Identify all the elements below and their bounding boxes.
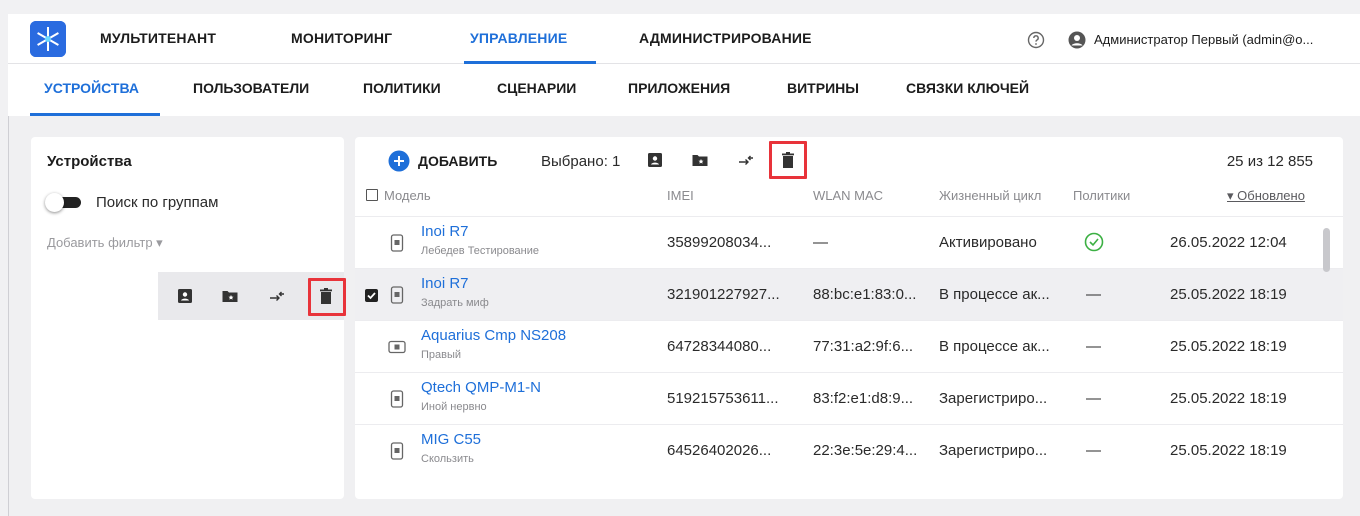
updated-cell: 25.05.2022 18:19 bbox=[1170, 338, 1287, 355]
table-row[interactable]: Aquarius Cmp NS208 Правый 64728344080... 77… bbox=[355, 320, 1343, 372]
device-owner: Задрать миф bbox=[421, 297, 489, 309]
updated-cell: 25.05.2022 18:19 bbox=[1170, 286, 1287, 303]
imei-cell: 64526402026... bbox=[667, 442, 772, 459]
highlight-box bbox=[308, 278, 346, 316]
imei-cell: 35899208034... bbox=[667, 234, 772, 251]
device-model-link[interactable]: Inoi R7 bbox=[421, 275, 469, 292]
phone-icon bbox=[390, 234, 404, 252]
policy-cell: — bbox=[1086, 390, 1101, 407]
tab-users[interactable]: ПОЛЬЗОВАТЕЛИ bbox=[193, 80, 309, 96]
col-policies-header[interactable]: Политики bbox=[1073, 188, 1130, 203]
add-button[interactable]: ДОБАВИТЬ bbox=[418, 153, 497, 169]
policy-cell: — bbox=[1086, 338, 1101, 355]
row-checkbox[interactable] bbox=[365, 289, 378, 302]
device-model-link[interactable]: Qtech QMP-M1-N bbox=[421, 379, 541, 396]
top-bar: МУЛЬТИТЕНАНТ МОНИТОРИНГ УПРАВЛЕНИЕ АДМИН… bbox=[8, 14, 1360, 64]
user-name[interactable]: Администратор Первый (admin@o... bbox=[1094, 32, 1313, 47]
highlight-box bbox=[769, 141, 807, 179]
tab-scenarios[interactable]: СЦЕНАРИИ bbox=[497, 80, 576, 96]
subnav-active-indicator bbox=[30, 113, 160, 116]
devices-filter-panel: Устройства Поиск по группам Добавить фил… bbox=[31, 137, 346, 499]
lifecycle-cell: В процессе ак... bbox=[939, 338, 1050, 355]
group-search-label: Поиск по группам bbox=[96, 194, 219, 211]
sub-nav: УСТРОЙСТВА ПОЛЬЗОВАТЕЛИ ПОЛИТИКИ СЦЕНАРИ… bbox=[8, 64, 1360, 116]
contact-card-icon[interactable] bbox=[176, 287, 194, 305]
updated-cell: 25.05.2022 18:19 bbox=[1170, 390, 1287, 407]
folder-star-icon[interactable] bbox=[221, 287, 239, 305]
topnav-monitoring[interactable]: МОНИТОРИНГ bbox=[291, 30, 392, 46]
lifecycle-cell: Зарегистриро... bbox=[939, 442, 1048, 459]
device-model-link[interactable]: MIG C55 bbox=[421, 431, 481, 448]
wlan-mac-cell: 88:bc:e1:83:0... bbox=[813, 286, 917, 303]
select-all-checkbox[interactable] bbox=[366, 189, 378, 201]
device-model-link[interactable]: Inoi R7 bbox=[421, 223, 469, 240]
col-lifecycle-header[interactable]: Жизненный цикл bbox=[939, 188, 1041, 203]
tab-policies[interactable]: ПОЛИТИКИ bbox=[363, 80, 441, 96]
lifecycle-cell: В процессе ак... bbox=[939, 286, 1050, 303]
device-owner: Правый bbox=[421, 349, 462, 361]
col-model-header[interactable]: Модель bbox=[384, 188, 431, 203]
imei-cell: 321901227927... bbox=[667, 286, 780, 303]
group-search-toggle[interactable] bbox=[45, 193, 81, 212]
topnav-administration[interactable]: АДМИНИСТРИРОВАНИЕ bbox=[639, 30, 812, 46]
results-count: 25 из 12 855 bbox=[1226, 153, 1313, 170]
tab-showcases[interactable]: ВИТРИНЫ bbox=[787, 80, 859, 96]
wlan-mac-cell: 77:31:a2:9f:6... bbox=[813, 338, 914, 355]
wlan-mac-cell: 22:3e:5e:29:4... bbox=[813, 442, 918, 459]
devices-table-panel: ДОБАВИТЬ Выбрано: 1 25 из 12 855 Модель … bbox=[355, 137, 1343, 499]
topnav-multitenant[interactable]: МУЛЬТИТЕНАНТ bbox=[100, 30, 216, 46]
scrollbar-thumb[interactable] bbox=[1323, 228, 1330, 272]
panel-title: Устройства bbox=[47, 153, 132, 170]
imei-cell: 64728344080... bbox=[667, 338, 772, 355]
wlan-mac-cell: — bbox=[813, 234, 828, 251]
folder-star-icon[interactable] bbox=[691, 151, 709, 169]
move-arrows-icon[interactable] bbox=[737, 151, 755, 169]
tab-keychains[interactable]: СВЯЗКИ КЛЮЧЕЙ bbox=[906, 80, 1029, 96]
tab-applications[interactable]: ПРИЛОЖЕНИЯ bbox=[628, 80, 730, 96]
phone-icon bbox=[390, 286, 404, 304]
table-row[interactable]: Inoi R7 Задрать миф 321901227927... 88:bc:e… bbox=[355, 268, 1343, 320]
device-model-link[interactable]: Aquarius Cmp NS208 bbox=[421, 327, 566, 344]
user-avatar-icon[interactable] bbox=[1068, 31, 1086, 49]
policy-cell: — bbox=[1086, 286, 1101, 303]
col-wlan-header[interactable]: WLAN MAC bbox=[813, 188, 883, 203]
lifecycle-cell: Зарегистриро... bbox=[939, 390, 1048, 407]
phone-icon bbox=[390, 442, 404, 460]
phone-icon bbox=[390, 390, 404, 408]
app-logo-icon[interactable] bbox=[30, 21, 66, 57]
tablet-icon bbox=[388, 340, 406, 354]
device-owner: Лебедев Тестирование bbox=[421, 245, 540, 257]
topnav-management[interactable]: УПРАВЛЕНИЕ bbox=[470, 30, 567, 46]
policy-cell: — bbox=[1086, 442, 1101, 459]
contact-card-icon[interactable] bbox=[646, 151, 664, 169]
col-updated-header[interactable]: ▾ Обновлено bbox=[1227, 188, 1305, 204]
policy-ok-icon bbox=[1084, 232, 1104, 256]
lifecycle-cell: Активировано bbox=[939, 234, 1037, 251]
tab-devices[interactable]: УСТРОЙСТВА bbox=[44, 80, 139, 96]
device-owner: Скользить bbox=[421, 453, 474, 465]
add-filter-dropdown[interactable]: Добавить фильтр ▾ bbox=[47, 235, 163, 251]
col-imei-header[interactable]: IMEI bbox=[667, 188, 694, 203]
updated-cell: 26.05.2022 12:04 bbox=[1170, 234, 1287, 251]
device-owner: Иной нервно bbox=[421, 401, 487, 413]
imei-cell: 519215753611... bbox=[667, 390, 779, 407]
table-row[interactable]: Inoi R7 Лебедев Тестирование 35899208034..… bbox=[355, 216, 1343, 268]
move-arrows-icon[interactable] bbox=[268, 287, 286, 305]
selected-count: Выбрано: 1 bbox=[541, 153, 621, 170]
updated-cell: 25.05.2022 18:19 bbox=[1170, 442, 1287, 459]
table-row[interactable]: Qtech QMP-M1-N Иной нервно 519215753611...… bbox=[355, 372, 1343, 424]
help-icon[interactable] bbox=[1027, 31, 1045, 49]
add-circle-icon[interactable] bbox=[388, 150, 410, 172]
table-row[interactable]: MIG C55 Скользить 64526402026... 22:3e:5e:2… bbox=[355, 424, 1343, 476]
wlan-mac-cell: 83:f2:e1:d8:9... bbox=[813, 390, 914, 407]
